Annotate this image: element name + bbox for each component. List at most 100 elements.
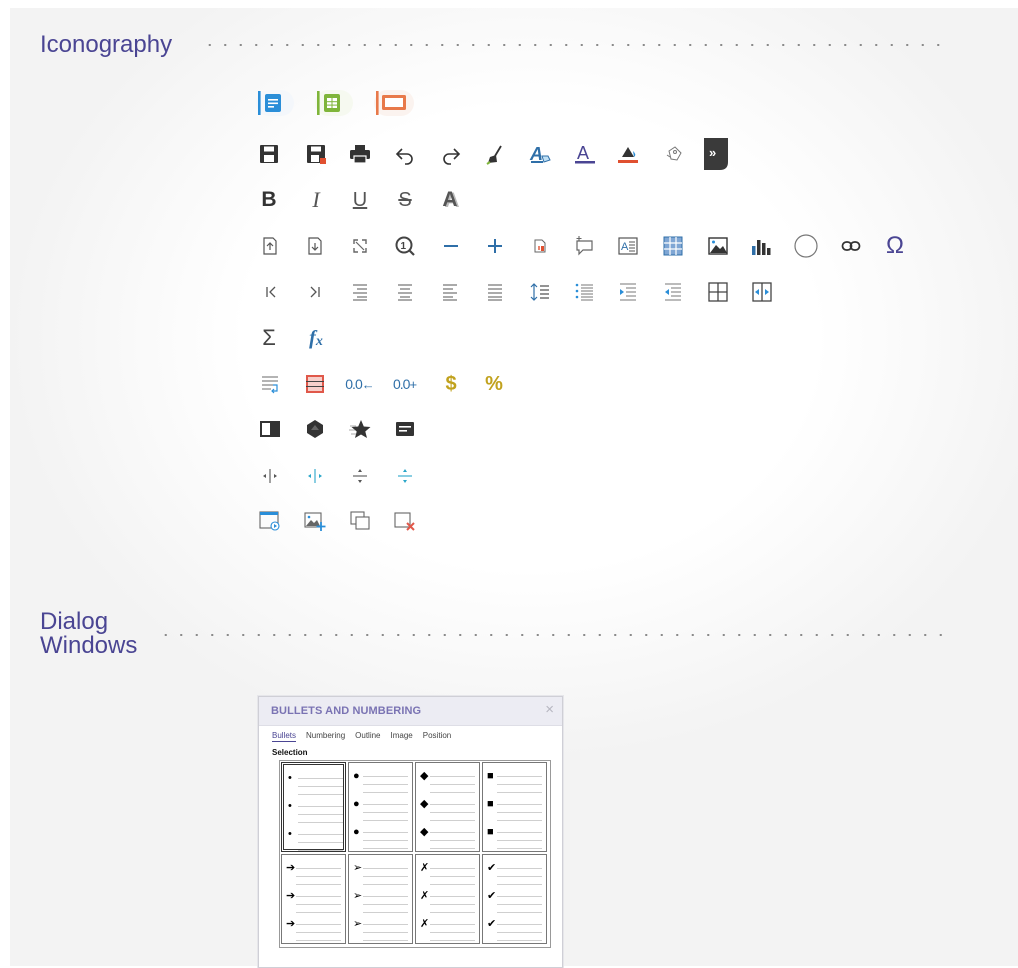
wrap-text-icon[interactable] [256, 370, 284, 398]
dialog-heading-line2: Windows [40, 632, 138, 659]
bullet-line-placeholder [430, 804, 475, 805]
bold-icon[interactable]: B [255, 186, 283, 214]
clear-formatting-icon[interactable]: A [526, 140, 554, 168]
delete-page-icon[interactable] [301, 232, 329, 260]
font-color-icon[interactable]: A [571, 140, 599, 168]
decrease-decimal-icon[interactable]: 0.0 ← [345, 370, 374, 398]
duplicate-slide-icon[interactable] [346, 507, 374, 535]
insert-comment-icon[interactable] [570, 232, 598, 260]
strikethrough-icon[interactable]: S [391, 186, 419, 214]
justify-icon[interactable] [481, 278, 509, 306]
clone-formatting-icon[interactable] [481, 140, 509, 168]
shapes-icon[interactable] [301, 415, 329, 443]
italic-icon[interactable]: I [302, 186, 330, 214]
insert-link-icon[interactable] [837, 232, 865, 260]
delete-slide-icon[interactable] [391, 507, 419, 535]
bullet-line-placeholder [430, 896, 475, 897]
zoom-in-icon[interactable] [481, 232, 509, 260]
bullet-mark: • [288, 828, 292, 840]
function-icon[interactable]: fx [302, 324, 330, 352]
bullet-style-option[interactable]: ✗ ✗ ✗ [415, 854, 480, 944]
last-page-icon[interactable] [301, 278, 329, 306]
tab-outline[interactable]: Outline [355, 731, 380, 742]
bullet-mark: ● [353, 770, 360, 782]
bullet-line-placeholder [430, 848, 475, 849]
bullet-line-placeholder [430, 876, 475, 877]
zoom-icon[interactable]: 1 [391, 232, 419, 260]
function-f-glyph: f [309, 326, 316, 349]
save-modified-icon[interactable] [302, 140, 330, 168]
bullet-style-option[interactable]: ■ ■ ■ [482, 762, 547, 852]
insert-image-icon[interactable] [704, 232, 732, 260]
writer-document-icon[interactable] [255, 89, 295, 117]
insert-file-icon[interactable] [526, 232, 554, 260]
tab-position[interactable]: Position [423, 731, 451, 742]
bullet-style-option[interactable]: ➔ ➔ ➔ [281, 854, 346, 944]
align-right-icon[interactable] [346, 278, 374, 306]
redo-icon[interactable] [437, 140, 465, 168]
bullet-line-placeholder [363, 792, 408, 793]
bullet-style-option[interactable]: ● ● ● [348, 762, 413, 852]
bullet-style-option[interactable]: ➢ ➢ ➢ [348, 854, 413, 944]
fit-page-icon[interactable] [346, 232, 374, 260]
bullet-line-placeholder [298, 778, 343, 779]
expand-toolbar-icon[interactable]: » [702, 138, 730, 170]
bullet-list-icon[interactable] [570, 278, 598, 306]
form-icon[interactable] [391, 415, 419, 443]
insert-row-break-blue-icon[interactable] [391, 462, 419, 490]
bullet-line-placeholder [497, 904, 542, 905]
tab-image[interactable]: Image [391, 731, 413, 742]
bullet-line-placeholder [298, 842, 343, 843]
increase-decimal-icon[interactable]: 0.0 + [391, 370, 419, 398]
merge-and-center-icon[interactable] [301, 370, 329, 398]
insert-chart-icon[interactable] [747, 232, 775, 260]
zoom-out-icon[interactable] [437, 232, 465, 260]
percent-format-icon[interactable]: % [480, 370, 508, 398]
insert-text-box-icon[interactable]: A [614, 232, 642, 260]
slideshow-icon[interactable] [256, 507, 284, 535]
insert-row-break-icon[interactable] [346, 462, 374, 490]
split-cells-icon[interactable] [748, 278, 776, 306]
decrease-indent-icon[interactable] [659, 278, 687, 306]
merge-cells-icon[interactable] [704, 278, 732, 306]
dialog-heading-line1: Dialog [40, 608, 109, 635]
bullet-line-placeholder [497, 884, 542, 885]
shadow-icon[interactable]: A [436, 186, 464, 214]
increase-indent-icon[interactable] [614, 278, 642, 306]
close-icon[interactable]: × [545, 701, 554, 718]
insert-page-icon[interactable] [256, 232, 284, 260]
underline-icon[interactable]: U [346, 186, 374, 214]
currency-format-icon[interactable]: $ [437, 370, 465, 398]
line-spacing-icon[interactable] [526, 278, 554, 306]
first-page-icon[interactable] [257, 278, 285, 306]
sum-icon[interactable]: Σ [255, 324, 283, 352]
insert-column-break-blue-icon[interactable] [301, 462, 329, 490]
save-icon[interactable] [255, 140, 283, 168]
spreadsheet-document-icon[interactable] [314, 89, 354, 117]
bullet-line-placeholder [363, 820, 408, 821]
bullet-style-option[interactable]: ✔ ✔ ✔ [482, 854, 547, 944]
align-center-icon[interactable] [391, 278, 419, 306]
presentation-document-icon[interactable] [373, 89, 415, 117]
favorite-star-icon[interactable] [346, 415, 374, 443]
tab-bullets[interactable]: Bullets [272, 731, 297, 742]
insert-table-icon[interactable] [659, 232, 687, 260]
bullet-line-placeholder [298, 786, 343, 787]
bullet-style-option[interactable]: ◆ ◆ ◆ [415, 762, 480, 852]
sidebar-icon[interactable] [256, 415, 284, 443]
bullet-line-placeholder [497, 924, 542, 925]
undo-icon[interactable] [391, 140, 419, 168]
tab-numbering[interactable]: Numbering [306, 731, 345, 742]
tag-icon[interactable] [660, 140, 688, 168]
highlight-color-icon[interactable] [614, 140, 642, 168]
insert-image-plus-icon[interactable] [301, 507, 329, 535]
print-icon[interactable] [346, 140, 374, 168]
insert-column-break-icon[interactable] [256, 462, 284, 490]
bullet-style-option[interactable]: • • • [281, 762, 346, 852]
special-character-icon[interactable]: Ω [881, 232, 909, 260]
bullet-line-placeholder [296, 912, 341, 913]
bullet-line-placeholder [497, 912, 542, 913]
insert-shape-icon[interactable] [792, 232, 820, 260]
heading-divider [202, 44, 947, 46]
align-left-icon[interactable] [436, 278, 464, 306]
